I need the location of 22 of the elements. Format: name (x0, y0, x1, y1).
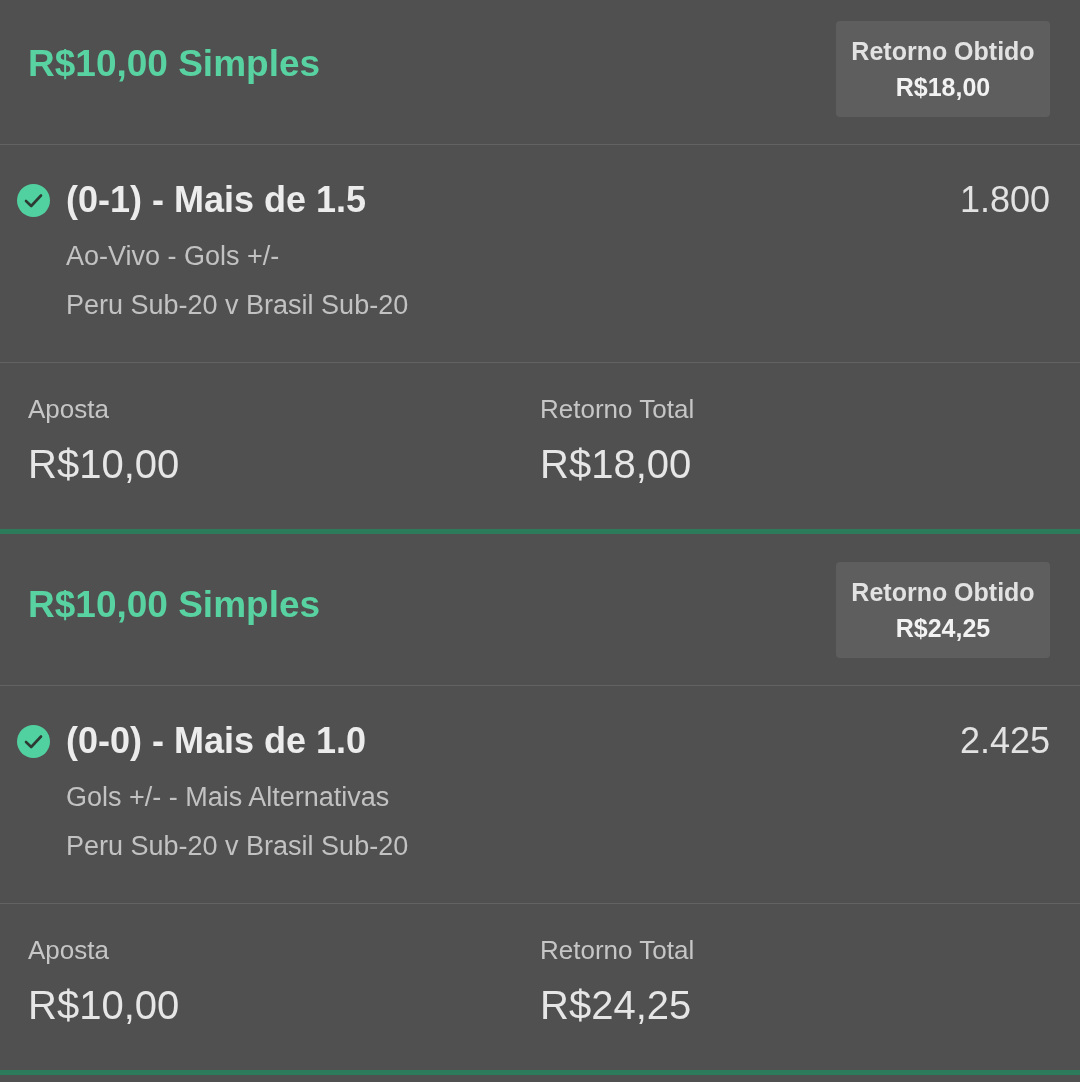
return-label: Retorno Obtido (851, 576, 1035, 608)
odds-value: 2.425 (959, 719, 1050, 763)
total-return-value: R$24,25 (540, 982, 692, 1029)
total-return-label: Retorno Total (540, 393, 695, 425)
bet-title: R$10,00 Simples (28, 41, 321, 86)
total-return-value: R$18,00 (540, 441, 692, 488)
odds-value: 1.800 (959, 178, 1050, 222)
selection-name: (0-0) - Mais de 1.0 (66, 719, 367, 763)
market-name: Ao-Vivo - Gols +/- (66, 240, 280, 273)
market-name: Gols +/- - Mais Alternativas (66, 781, 390, 814)
stake-label: Aposta (28, 393, 109, 425)
selection-name: (0-1) - Mais de 1.5 (66, 178, 367, 222)
total-return-label: Retorno Total (540, 934, 695, 966)
stake-value: R$10,00 (28, 982, 180, 1029)
stake-value: R$10,00 (28, 441, 180, 488)
return-value: R$24,25 (895, 612, 991, 644)
return-value: R$18,00 (895, 71, 991, 103)
return-label: Retorno Obtido (851, 35, 1035, 67)
bet-title: R$10,00 Simples (28, 582, 321, 627)
event-name: Peru Sub-20 v Brasil Sub-20 (66, 289, 409, 322)
event-name: Peru Sub-20 v Brasil Sub-20 (66, 830, 409, 863)
stake-label: Aposta (28, 934, 109, 966)
